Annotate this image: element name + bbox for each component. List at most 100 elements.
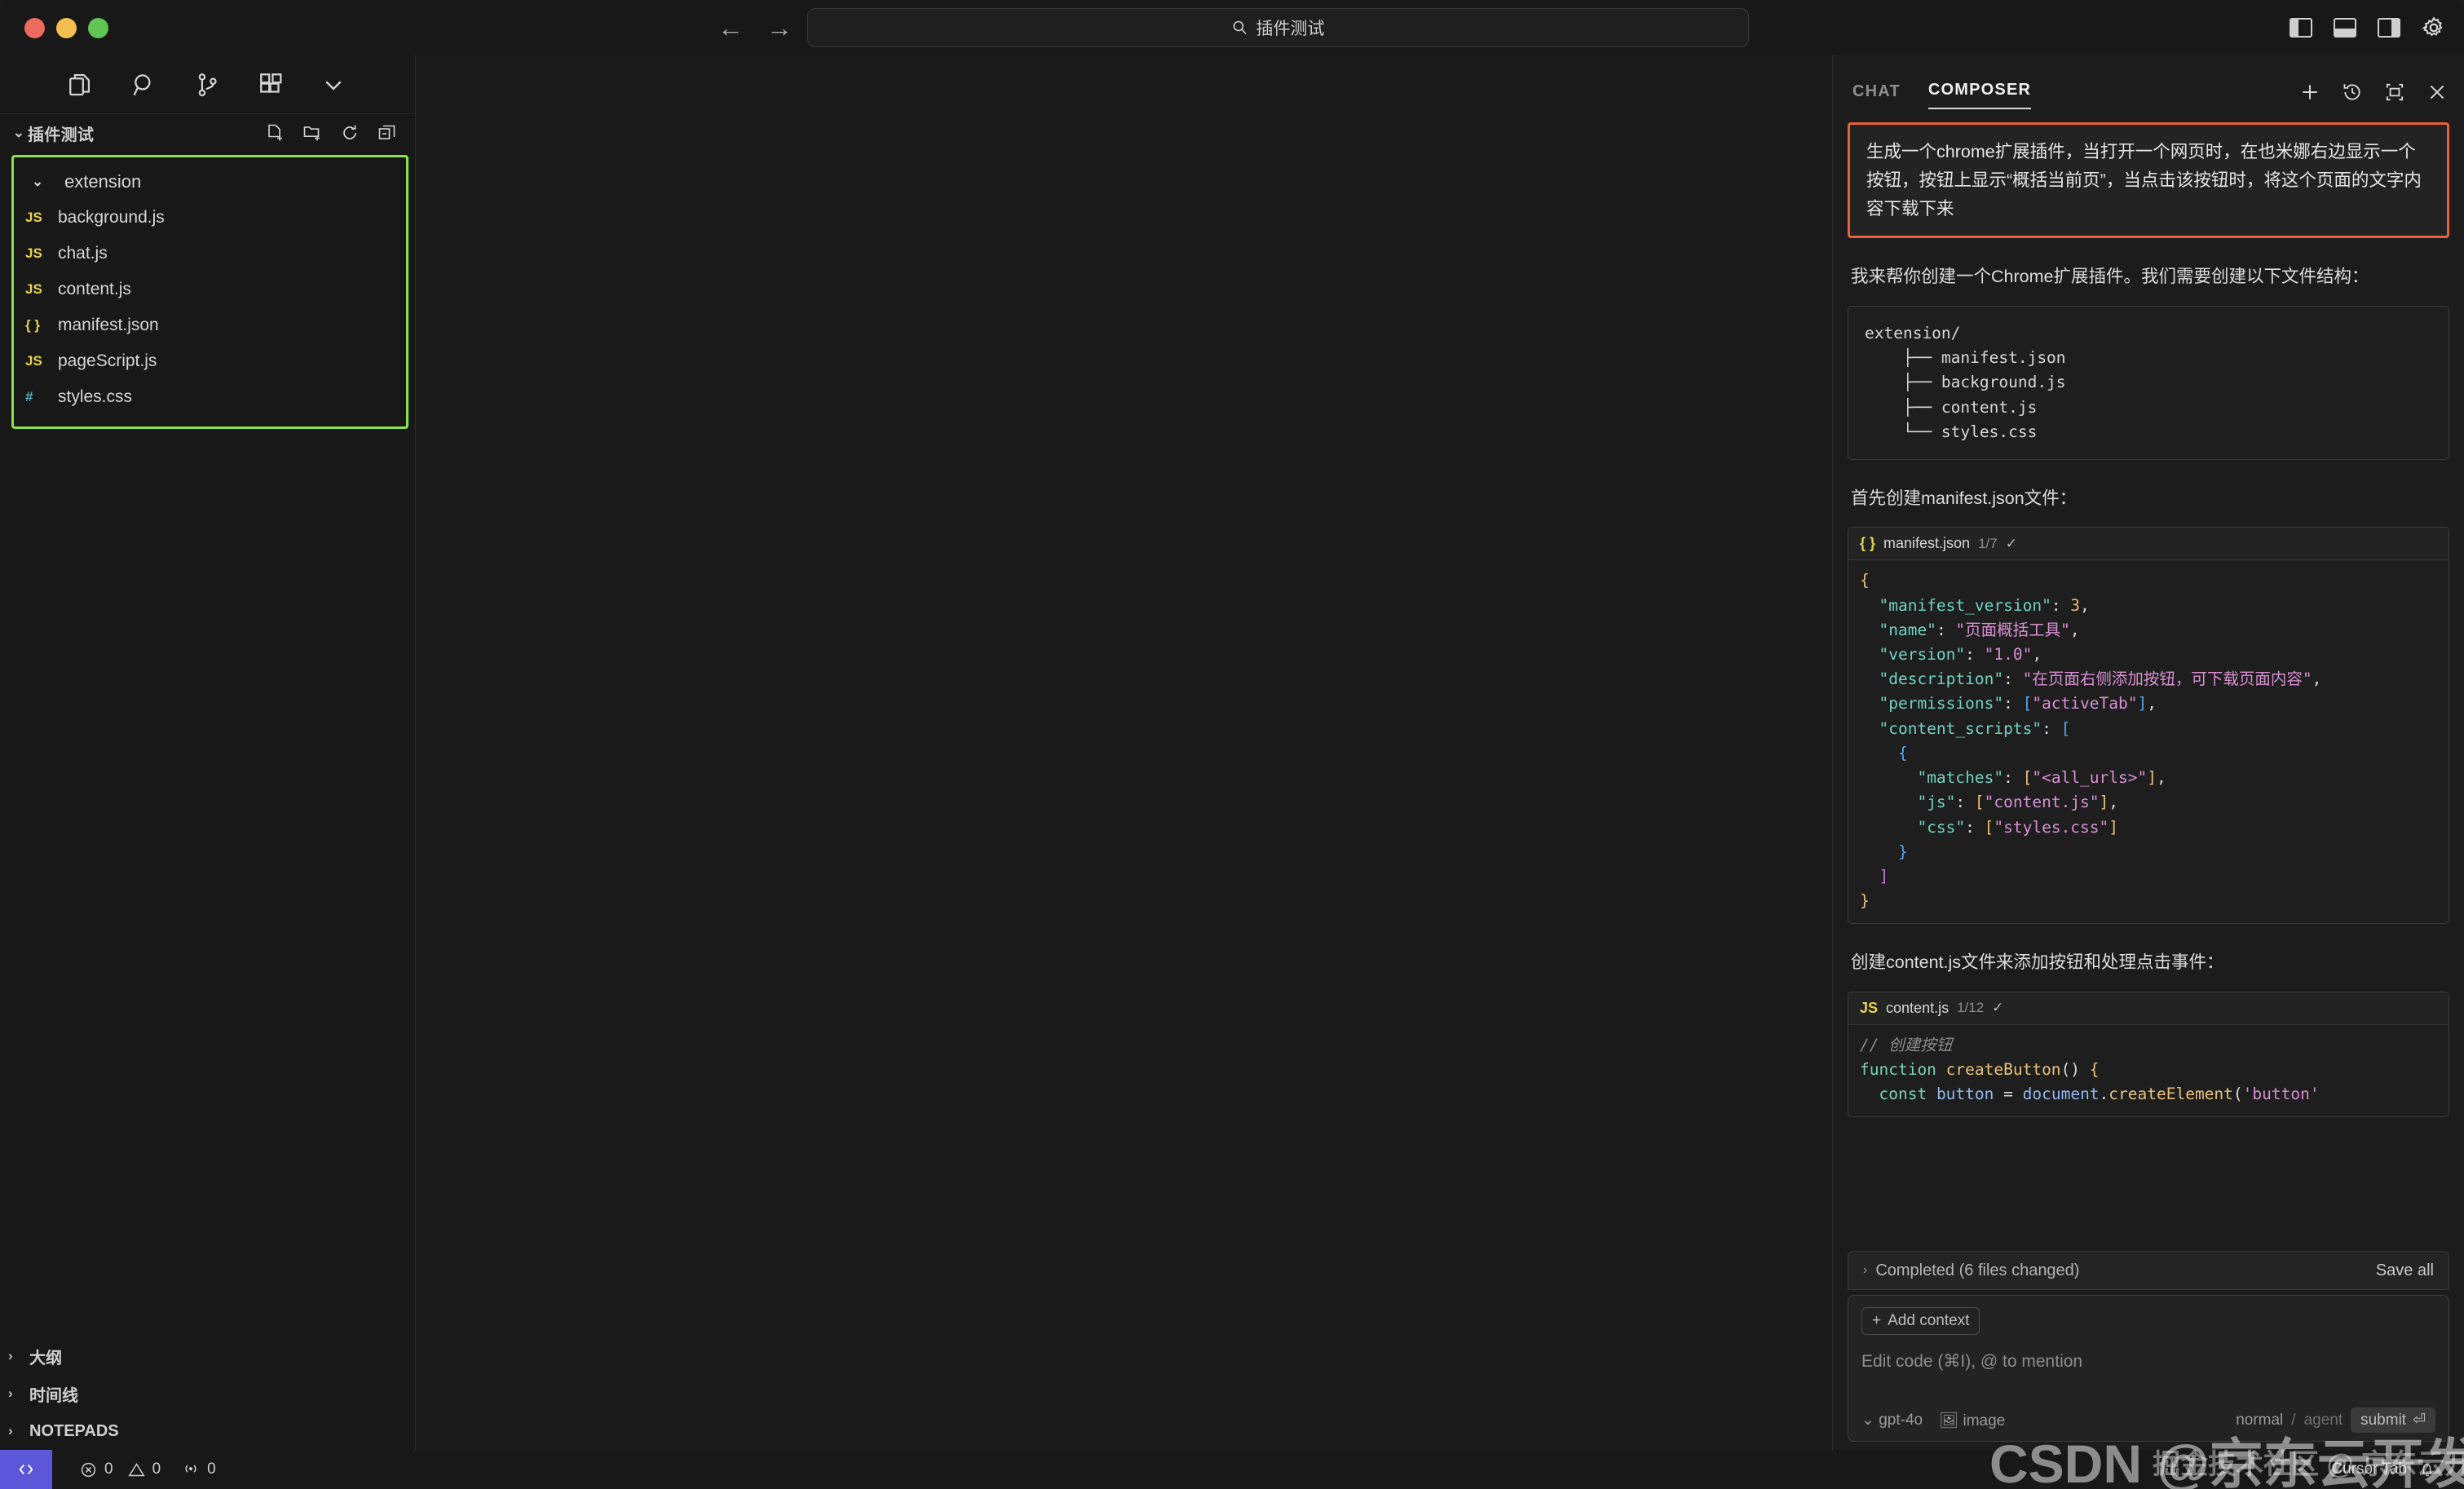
extensions-icon[interactable] — [258, 71, 285, 99]
chat-message-list[interactable]: 生成一个chrome扩展插件，当打开一个网页时，在也米娜右边显示一个按钮，按钮上… — [1833, 109, 2464, 1251]
chevron-right-icon: › — [8, 1423, 13, 1438]
content-js-code-content: // 创建按钮 function createButton() { const … — [1860, 1035, 2320, 1104]
sidebar-sections: › 大纲 › 时间线 › NOTEPADS — [0, 1337, 415, 1450]
new-folder-icon[interactable] — [302, 123, 322, 143]
warning-icon — [127, 1462, 145, 1476]
sidebar-section-notepads[interactable]: › NOTEPADS — [0, 1412, 415, 1450]
forward-arrow-icon[interactable]: → — [766, 15, 793, 41]
manifest-code-content: { "manifest_version": 3, "name": "页面概括工具… — [1860, 571, 2322, 911]
assistant-line-3: 创建content.js文件来添加按钮和处理点击事件： — [1851, 952, 2224, 973]
warning-count: 0 — [152, 1460, 161, 1478]
chevron-down-icon[interactable] — [321, 73, 346, 97]
code-block-header[interactable]: { } manifest.json 1/7 ✓ — [1848, 528, 2449, 561]
error-count: 0 — [104, 1460, 113, 1478]
source-control-icon[interactable] — [194, 71, 222, 99]
sidebar-section-outline[interactable]: › 大纲 — [0, 1337, 415, 1375]
editor-area[interactable] — [417, 55, 1832, 1450]
image-label: image — [1963, 1412, 2006, 1429]
check-icon: ✓ — [2005, 535, 2017, 551]
js-file-icon: JS — [25, 245, 42, 261]
composer-placeholder[interactable]: Edit code (⌘I), @ to mention — [1861, 1351, 2435, 1372]
bell-icon[interactable] — [2418, 1460, 2436, 1478]
assistant-intro-text: 我来帮你创建一个Chrome扩展插件。我们需要创建以下文件结构： — [1851, 267, 2369, 287]
json-file-icon: { } — [1860, 535, 1876, 552]
save-all-button[interactable]: Save all — [2376, 1261, 2434, 1280]
js-file-icon: JS — [25, 353, 42, 369]
sidebar-section-timeline[interactable]: › 时间线 — [0, 1375, 415, 1412]
warning-status[interactable]: 0 — [127, 1460, 161, 1478]
completed-label: Completed (6 files changed) — [1875, 1261, 2080, 1279]
json-file-icon: { } — [25, 317, 40, 333]
chevron-right-icon: › — [8, 1385, 13, 1401]
back-arrow-icon[interactable]: ← — [718, 15, 744, 41]
tab-composer[interactable]: COMPOSER — [1927, 81, 2032, 109]
refresh-icon[interactable] — [340, 123, 360, 143]
search-icon — [1233, 20, 1247, 35]
submit-label: submit — [2360, 1411, 2407, 1429]
code-block-header[interactable]: JS content.js 1/12 ✓ — [1848, 992, 2449, 1025]
search-box-value: 插件测试 — [1256, 20, 1325, 38]
content-js-code-block: JS content.js 1/12 ✓ // 创建按钮 function cr… — [1848, 991, 2449, 1118]
expand-icon[interactable] — [2384, 82, 2405, 103]
collapse-all-icon[interactable] — [378, 123, 397, 143]
tree-file-content-js[interactable]: JS content.js — [14, 272, 406, 307]
command-search-box[interactable]: 插件测试 — [807, 8, 1749, 47]
css-file-icon: # — [25, 389, 33, 404]
plus-icon[interactable] — [2299, 82, 2320, 103]
js-file-icon: JS — [25, 281, 42, 297]
add-context-button[interactable]: + Add context — [1861, 1307, 1980, 1335]
file-label: chat.js — [58, 244, 108, 263]
explorer-header[interactable]: ⌄ 插件测试 — [0, 114, 415, 152]
tree-file-manifest-json[interactable]: { } manifest.json — [14, 307, 406, 343]
gear-icon[interactable] — [2422, 15, 2446, 40]
add-context-label: Add context — [1888, 1312, 1970, 1329]
history-icon[interactable] — [2342, 82, 2363, 103]
title-bar: ← → 插件测试 — [0, 0, 2464, 55]
file-tree-content: extension/ ├── manifest.json ├── backgro… — [1865, 323, 2066, 441]
tab-chat[interactable]: CHAT — [1852, 82, 1901, 109]
chevron-down-icon: ⌄ — [1861, 1412, 1874, 1429]
close-window-button[interactable] — [24, 17, 45, 38]
composer-input-area[interactable]: + Add context Edit code (⌘I), @ to menti… — [1848, 1295, 2449, 1442]
chevron-right-icon: › — [1863, 1263, 1868, 1277]
section-label: NOTEPADS — [29, 1421, 119, 1440]
image-icon: 🖼 — [1939, 1412, 1959, 1429]
tree-file-chat-js[interactable]: JS chat.js — [14, 236, 406, 272]
tree-file-styles-css[interactable]: # styles.css — [14, 379, 406, 415]
search-icon[interactable] — [130, 71, 158, 99]
toggle-panel-icon[interactable] — [2334, 18, 2356, 38]
minimize-window-button[interactable] — [56, 17, 77, 38]
completed-status-bar[interactable]: › Completed (6 files changed) Save all — [1848, 1251, 2449, 1290]
tree-file-background-js[interactable]: JS background.js — [14, 200, 406, 236]
remote-indicator[interactable] — [0, 1450, 52, 1489]
enter-icon: ⏎ — [2413, 1412, 2426, 1429]
tree-folder-extension[interactable]: ⌄ extension — [14, 164, 406, 200]
close-icon[interactable] — [2426, 82, 2448, 103]
broadcast-icon — [185, 1465, 197, 1473]
tree-file-pagescript-js[interactable]: JS pageScript.js — [14, 343, 406, 379]
folder-label: extension — [64, 171, 142, 192]
activity-bar — [0, 55, 415, 114]
error-status[interactable]: 0 — [80, 1460, 113, 1478]
new-file-icon[interactable] — [265, 123, 285, 143]
maximize-window-button[interactable] — [88, 17, 108, 38]
error-icon — [81, 1462, 96, 1477]
explorer-icon[interactable] — [67, 71, 95, 99]
mode-normal[interactable]: normal — [2236, 1412, 2283, 1429]
toggle-left-sidebar-icon[interactable] — [2290, 18, 2312, 38]
ports-status[interactable]: 0 — [182, 1460, 216, 1478]
toggle-right-sidebar-icon[interactable] — [2378, 18, 2400, 38]
composer-right-controls: normal / agent submit ⏎ — [2236, 1407, 2435, 1433]
cursor-tab-status[interactable]: Cursor Tab — [2331, 1460, 2407, 1478]
model-selector[interactable]: ⌄ gpt-4o — [1861, 1411, 1923, 1429]
submit-button[interactable]: submit ⏎ — [2351, 1407, 2435, 1433]
file-label: content.js — [58, 280, 131, 298]
code-block-filename: manifest.json — [1883, 535, 1971, 552]
mode-agent[interactable]: agent — [2304, 1412, 2343, 1429]
explorer-actions — [265, 123, 397, 143]
chat-panel-header: CHAT COMPOSER — [1833, 55, 2464, 109]
file-label: background.js — [58, 208, 165, 227]
composer-footer: ⌄ gpt-4o 🖼 image normal / agent submit ⏎ — [1861, 1407, 2435, 1433]
scroll-fade — [1833, 1194, 2464, 1251]
attach-image-button[interactable]: 🖼 image — [1939, 1411, 2005, 1430]
